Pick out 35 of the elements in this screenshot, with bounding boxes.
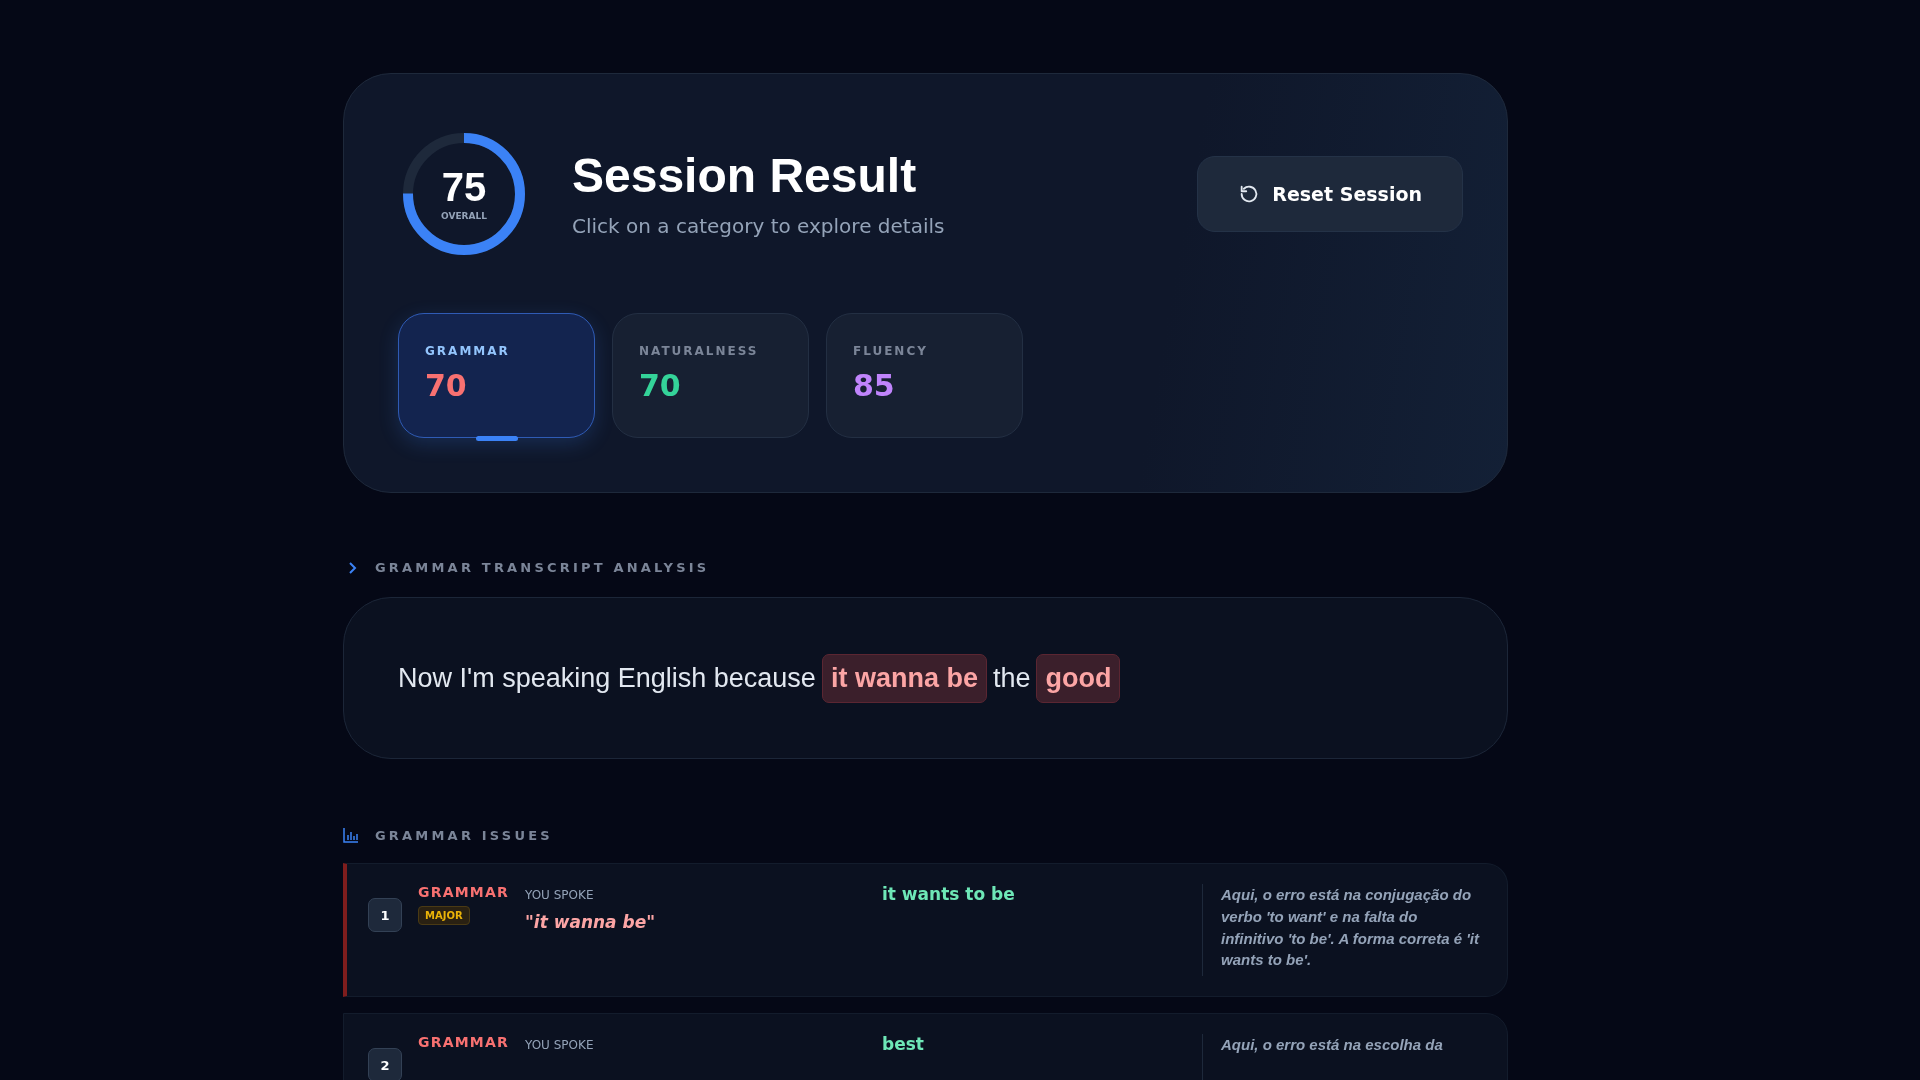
overall-label: OVERALL [441, 211, 487, 221]
category-label: GRAMMAR [425, 344, 510, 358]
category-score: 85 [853, 368, 895, 403]
category-card[interactable]: NATURALNESS 70 [612, 313, 809, 438]
issue-category: GRAMMAR [418, 1034, 509, 1050]
spoke-label: YOU SPOKE [525, 1038, 595, 1052]
explanation-text: Aqui, o erro está na conjugação do verbo 'to want' e na falta do infinitivo 'to be'. A forma correta é 'it wants to be'. [1221, 885, 1481, 971]
issue-number: 1 [368, 898, 402, 932]
section-heading: GRAMMAR ISSUES [375, 827, 553, 843]
subtitle: Click on a category to explore details [572, 214, 946, 239]
category-card[interactable]: GRAMMAR 70 [398, 313, 595, 438]
category-score: 70 [639, 368, 681, 403]
category-label: NATURALNESS [639, 344, 759, 358]
section-heading: GRAMMAR TRANSCRIPT ANALYSIS [375, 560, 710, 575]
severity-badge: MAJOR [418, 906, 470, 925]
transcript-text: Now I'm speaking English because [398, 662, 816, 694]
page-title: Session Result [572, 149, 918, 203]
correction-text: best [882, 1034, 924, 1054]
error-highlight: good [1036, 653, 1121, 703]
issue-number: 2 [368, 1048, 402, 1080]
spoken-text: "it wanna be" [525, 912, 657, 932]
reset-button[interactable]: Reset Session [1197, 156, 1463, 232]
chevron-icon [347, 560, 359, 575]
issue-category: GRAMMAR [418, 884, 509, 900]
transcript-text: the [992, 662, 1031, 694]
category-score: 70 [425, 368, 467, 403]
overall-score: 75 [441, 167, 487, 207]
error-highlight: it wanna be [821, 653, 987, 703]
category-label: FLUENCY [853, 344, 928, 358]
bar-chart-icon [343, 827, 359, 843]
correction-text: it wants to be [882, 884, 1015, 904]
explanation-text: Aqui, o erro está na escolha da [1221, 1035, 1444, 1055]
category-card[interactable]: FLUENCY 85 [826, 313, 1023, 438]
selected-indicator [476, 436, 518, 441]
spoke-label: YOU SPOKE [525, 888, 595, 902]
